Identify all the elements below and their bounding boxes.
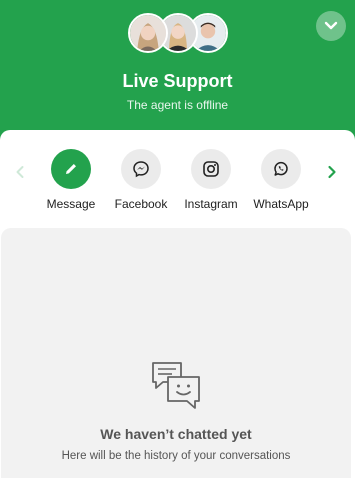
channel-label: WhatsApp xyxy=(253,197,309,211)
chevron-down-icon xyxy=(324,21,338,30)
agent-avatars xyxy=(128,13,228,55)
chat-bubbles-icon xyxy=(151,360,201,410)
scroll-left-button[interactable] xyxy=(10,162,30,182)
chevron-left-icon xyxy=(16,166,24,178)
channel-label: Message xyxy=(46,197,96,211)
instagram-icon xyxy=(203,161,219,177)
empty-state-title: We haven’t chatted yet xyxy=(100,426,252,442)
whatsapp-icon xyxy=(274,161,288,176)
chevron-right-icon xyxy=(328,165,336,179)
agent-status: The agent is offline xyxy=(126,98,229,112)
channel-whatsapp[interactable]: WhatsApp xyxy=(245,149,317,211)
widget-header: Live Support The agent is offline xyxy=(0,0,355,145)
collapse-button[interactable] xyxy=(316,11,346,41)
chat-history-panel: We haven’t chatted yet Here will be the … xyxy=(1,228,351,478)
messenger-icon xyxy=(133,161,149,178)
channel-icon-circle xyxy=(191,149,231,189)
channel-icon-circle xyxy=(51,149,91,189)
widget-title: Live Support xyxy=(122,71,233,91)
scroll-right-button[interactable] xyxy=(322,162,342,182)
pencil-icon xyxy=(66,164,76,174)
channel-message[interactable]: Message xyxy=(35,149,107,211)
empty-state-subtitle: Here will be the history of your convers… xyxy=(61,450,291,462)
channel-icon-circle xyxy=(121,149,161,189)
channel-label: Facebook xyxy=(114,197,168,211)
agent-avatar xyxy=(128,13,168,53)
channel-label: Instagram xyxy=(184,197,238,211)
channel-facebook[interactable]: Facebook xyxy=(105,149,177,211)
channel-icon-circle xyxy=(261,149,301,189)
channel-instagram[interactable]: Instagram xyxy=(175,149,247,211)
